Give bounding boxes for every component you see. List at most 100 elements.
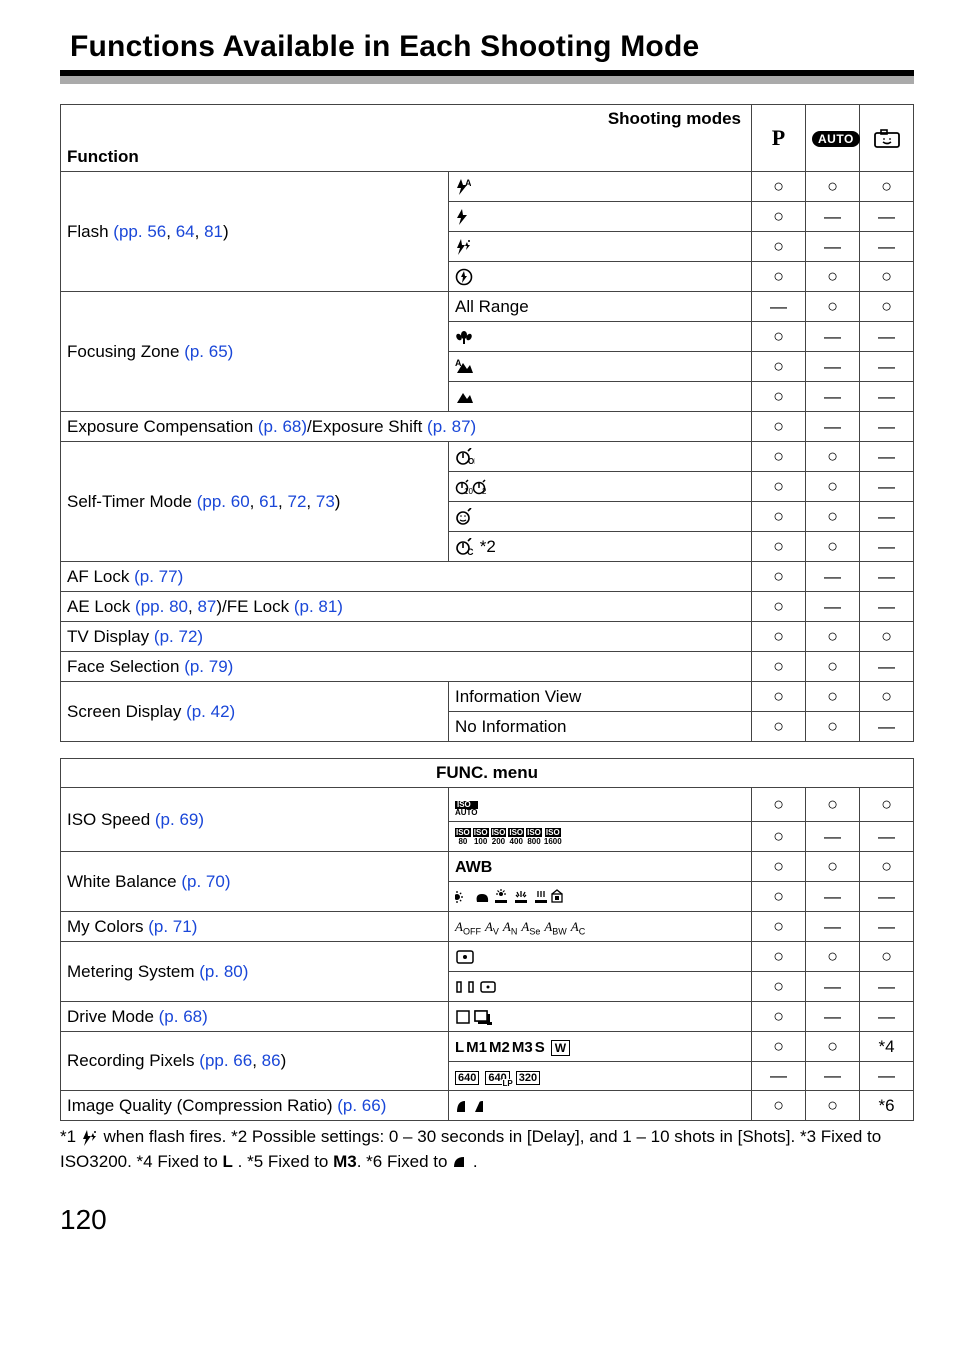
function-row: Metering System (p. 80) [61,942,449,1002]
function-row: Drive Mode (p. 68) [61,1002,449,1032]
availability-cell: ○ [806,852,860,882]
availability-cell: — [860,1062,914,1091]
function-row: AF Lock (p. 77) [61,562,752,592]
option-cell: AOFFAVANASeABWAC [449,912,752,942]
availability-cell: ○ [806,472,860,502]
availability-cell: — [860,532,914,562]
svg-text:A: A [455,359,462,368]
option-cell: 10 2 [449,472,752,502]
availability-cell: ○ [806,652,860,682]
availability-cell: — [860,322,914,352]
availability-cell: ○ [860,682,914,712]
function-row: Screen Display (p. 42) [61,682,449,742]
availability-cell: ○ [860,262,914,292]
option-cell [449,262,752,292]
availability-cell: ○ [806,442,860,472]
availability-cell: — [806,412,860,442]
availability-cell: ○ [752,788,806,822]
function-row: TV Display (p. 72) [61,622,752,652]
availability-cell: ○ [806,262,860,292]
availability-cell: ○ [752,502,806,532]
availability-cell: — [806,232,860,262]
option-cell [449,972,752,1002]
option-cell [449,1091,752,1121]
availability-cell: ○ [752,942,806,972]
page-title: Functions Available in Each Shooting Mod… [70,30,914,64]
availability-cell: — [806,1062,860,1091]
availability-cell: ○ [752,1002,806,1032]
availability-cell: — [806,202,860,232]
availability-cell: — [860,502,914,532]
function-row: White Balance (p. 70) [61,852,449,912]
availability-cell: ○ [752,972,806,1002]
availability-cell: ○ [860,788,914,822]
availability-cell: ○ [752,852,806,882]
availability-cell: — [860,822,914,852]
svg-text:A: A [465,178,471,188]
availability-cell: — [806,562,860,592]
option-cell [449,382,752,412]
function-row: Face Selection (p. 79) [61,652,752,682]
availability-cell: — [806,912,860,942]
option-cell: A [449,172,752,202]
function-row: Focusing Zone (p. 65) [61,292,449,412]
availability-cell: ○ [752,472,806,502]
svg-text:2: 2 [482,487,487,496]
function-row: My Colors (p. 71) [61,912,449,942]
availability-cell: — [752,1062,806,1091]
option-cell: A [449,352,752,382]
option-cell: ISOAUTO [449,788,752,822]
svg-text:OFF: OFF [468,457,475,466]
availability-cell: — [860,972,914,1002]
availability-cell: — [860,712,914,742]
availability-cell: ○ [806,532,860,562]
availability-cell: ○ [752,382,806,412]
option-cell: C *2 [449,532,752,562]
availability-cell: — [860,232,914,262]
availability-cell: — [752,292,806,322]
option-cell [449,942,752,972]
svg-text:C: C [467,547,474,556]
availability-cell: — [860,1002,914,1032]
availability-cell: ○ [752,712,806,742]
availability-cell: — [860,352,914,382]
availability-cell: ○ [752,882,806,912]
availability-cell: ○ [806,788,860,822]
availability-cell: — [806,322,860,352]
availability-cell: ○ [860,852,914,882]
shooting-modes-table: Shooting modes Function P AUTO Flash (pp… [60,104,914,742]
availability-cell: ○ [752,1091,806,1121]
option-cell: LM1M2M3SW [449,1032,752,1062]
svg-text:10: 10 [464,487,473,496]
availability-cell: — [806,382,860,412]
availability-cell: ○ [752,352,806,382]
function-row: ISO Speed (p. 69) [61,788,449,852]
function-row: Self-Timer Mode (pp. 60, 61, 72, 73) [61,442,449,562]
availability-cell: ○ [860,622,914,652]
func-menu-header: FUNC. menu [61,759,914,788]
option-cell [449,202,752,232]
option-cell: 640 640LP 320 [449,1062,752,1091]
function-row: Exposure Compensation (p. 68)/Exposure S… [61,412,752,442]
availability-cell: — [860,912,914,942]
availability-cell: *6 [860,1091,914,1121]
availability-cell: ○ [806,502,860,532]
availability-cell: ○ [752,232,806,262]
availability-cell: ○ [806,1091,860,1121]
availability-cell: ○ [752,172,806,202]
footnotes: *1 when flash fires. *2 Possible setting… [60,1125,914,1174]
availability-cell: ○ [806,622,860,652]
availability-cell: — [860,382,914,412]
option-cell: AWB [449,852,752,882]
camera-smile-icon [874,128,900,148]
mode-col-p: P [752,105,806,172]
option-cell: OFF [449,442,752,472]
availability-cell: — [806,822,860,852]
availability-cell: ○ [806,292,860,322]
option-cell [449,882,752,912]
availability-cell: ○ [752,592,806,622]
header-shooting-modes: Shooting modes [61,105,751,129]
availability-cell: ○ [752,412,806,442]
availability-cell: *4 [860,1032,914,1062]
availability-cell: ○ [752,682,806,712]
